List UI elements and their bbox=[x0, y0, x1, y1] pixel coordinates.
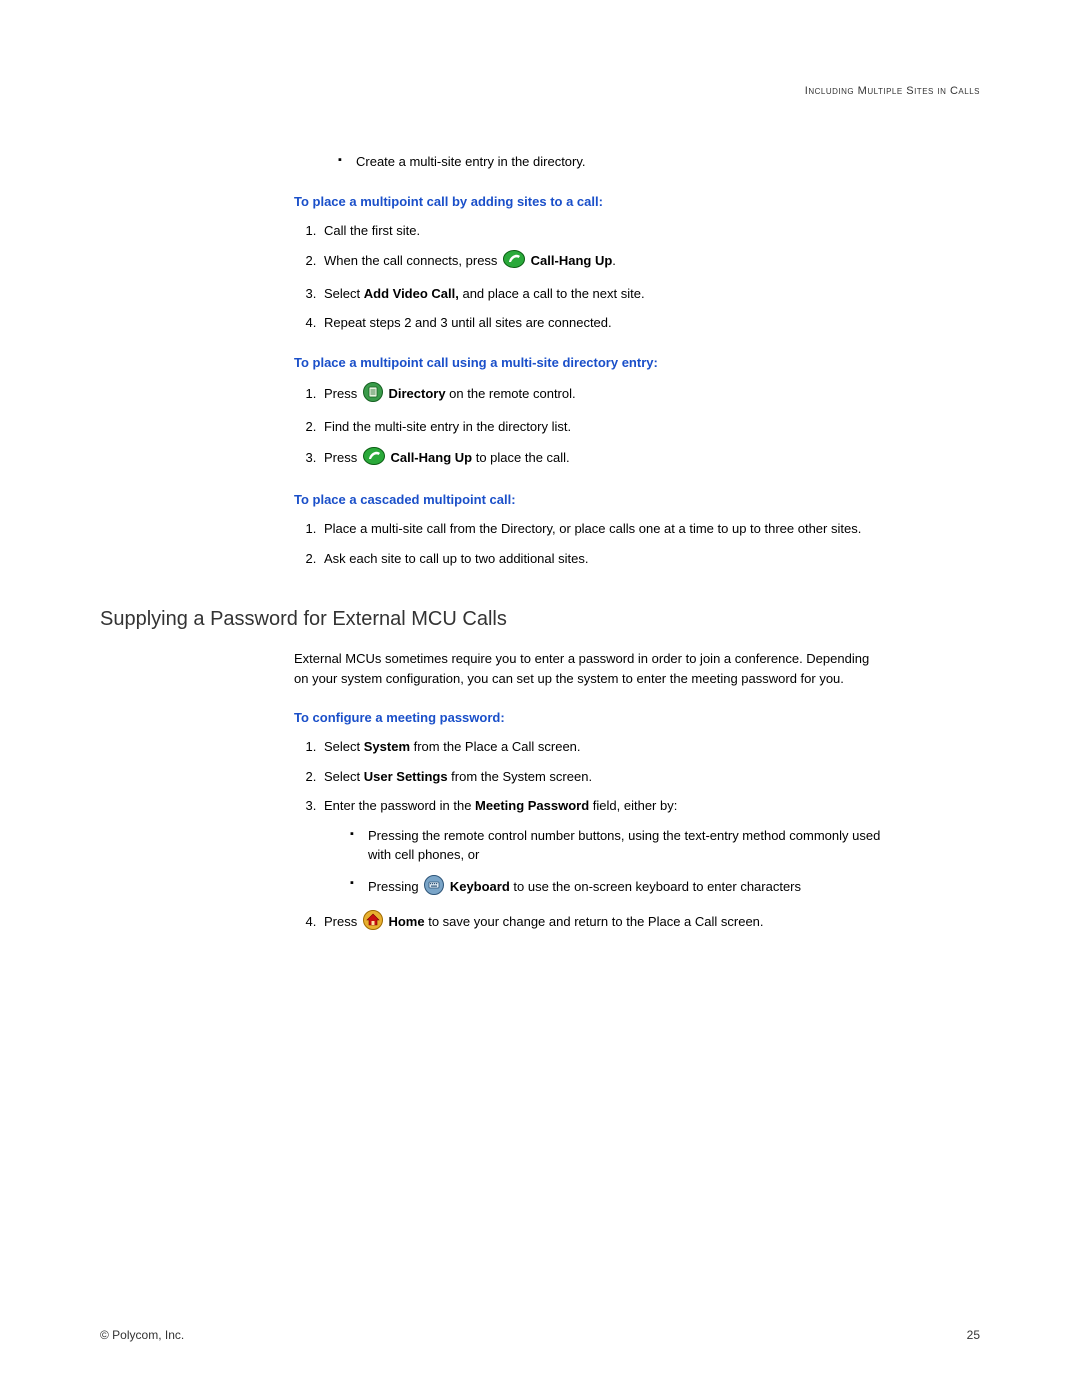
procedure-heading: To place a multipoint call by adding sit… bbox=[294, 194, 884, 209]
step-item: When the call connects, press Call-Hang … bbox=[320, 250, 884, 274]
paragraph: External MCUs sometimes require you to e… bbox=[294, 649, 884, 688]
content-column: Create a multi-site entry in the directo… bbox=[294, 152, 884, 568]
call-hangup-icon bbox=[363, 447, 385, 471]
ordered-steps: Call the first site. When the call conne… bbox=[294, 221, 884, 333]
step-text: . bbox=[612, 253, 616, 268]
page-number: 25 bbox=[967, 1328, 980, 1342]
button-label: Directory bbox=[388, 386, 445, 401]
step-item: Select Add Video Call, and place a call … bbox=[320, 284, 884, 304]
intro-bullet-list: Create a multi-site entry in the directo… bbox=[338, 152, 884, 172]
step-item: Find the multi-site entry in the directo… bbox=[320, 417, 884, 437]
page-footer: © Polycom, Inc. 25 bbox=[100, 1328, 980, 1342]
procedure-heading: To configure a meeting password: bbox=[294, 710, 884, 725]
step-text: from the System screen. bbox=[448, 769, 593, 784]
step-text: to save your change and return to the Pl… bbox=[425, 914, 764, 929]
step-text: Select bbox=[324, 286, 364, 301]
ordered-steps: Place a multi-site call from the Directo… bbox=[294, 519, 884, 568]
step-item: Press Home to save your change and retur… bbox=[320, 910, 884, 936]
step-text: Press bbox=[324, 450, 361, 465]
field-label: Meeting Password bbox=[475, 798, 589, 813]
content-column: External MCUs sometimes require you to e… bbox=[294, 649, 884, 936]
copyright-text: © Polycom, Inc. bbox=[100, 1328, 184, 1342]
step-text: to use the on-screen keyboard to enter c… bbox=[510, 879, 801, 894]
button-label: System bbox=[364, 739, 410, 754]
step-text: on the remote control. bbox=[446, 386, 576, 401]
step-item: Select System from the Place a Call scre… bbox=[320, 737, 884, 757]
step-item: Place a multi-site call from the Directo… bbox=[320, 519, 884, 539]
ordered-steps: Select System from the Place a Call scre… bbox=[294, 737, 884, 936]
button-label: Home bbox=[388, 914, 424, 929]
step-text: Select bbox=[324, 739, 364, 754]
button-label: Add Video Call, bbox=[364, 286, 459, 301]
button-label: Call-Hang Up bbox=[531, 253, 613, 268]
step-item: Ask each site to call up to two addition… bbox=[320, 549, 884, 569]
step-text: and place a call to the next site. bbox=[459, 286, 645, 301]
button-label: User Settings bbox=[364, 769, 448, 784]
sub-bullet-list: Pressing the remote control number butto… bbox=[350, 826, 884, 901]
call-hangup-icon bbox=[503, 250, 525, 274]
ordered-steps: Press Directory on the remote control. F… bbox=[294, 382, 884, 471]
list-item: Pressing Key bbox=[350, 875, 884, 901]
step-text: Press bbox=[324, 914, 361, 929]
step-item: Call the first site. bbox=[320, 221, 884, 241]
running-header: Including Multiple Sites in Calls bbox=[100, 85, 980, 97]
step-text: to place the call. bbox=[472, 450, 570, 465]
list-item: Pressing the remote control number butto… bbox=[350, 826, 884, 865]
step-text: from the Place a Call screen. bbox=[410, 739, 581, 754]
step-item: Enter the password in the Meeting Passwo… bbox=[320, 796, 884, 900]
step-item: Press Directory on the remote control. bbox=[320, 382, 884, 408]
step-text: When the call connects, press bbox=[324, 253, 501, 268]
document-page: Including Multiple Sites in Calls Create… bbox=[0, 0, 1080, 1397]
step-text: Pressing bbox=[368, 879, 422, 894]
list-item: Create a multi-site entry in the directo… bbox=[338, 152, 884, 172]
step-text: Press bbox=[324, 386, 361, 401]
step-text: Enter the password in the bbox=[324, 798, 475, 813]
button-label: Keyboard bbox=[450, 879, 510, 894]
home-icon bbox=[363, 910, 383, 936]
button-label: Call-Hang Up bbox=[390, 450, 472, 465]
step-text: Select bbox=[324, 769, 364, 784]
step-text: field, either by: bbox=[589, 798, 677, 813]
procedure-heading: To place a cascaded multipoint call: bbox=[294, 492, 884, 507]
procedure-heading: To place a multipoint call using a multi… bbox=[294, 355, 884, 370]
step-item: Press Call-Hang Up to place the call. bbox=[320, 447, 884, 471]
directory-icon bbox=[363, 382, 383, 408]
section-title: Supplying a Password for External MCU Ca… bbox=[100, 608, 980, 631]
keyboard-icon bbox=[424, 875, 444, 901]
step-item: Select User Settings from the System scr… bbox=[320, 767, 884, 787]
step-item: Repeat steps 2 and 3 until all sites are… bbox=[320, 313, 884, 333]
